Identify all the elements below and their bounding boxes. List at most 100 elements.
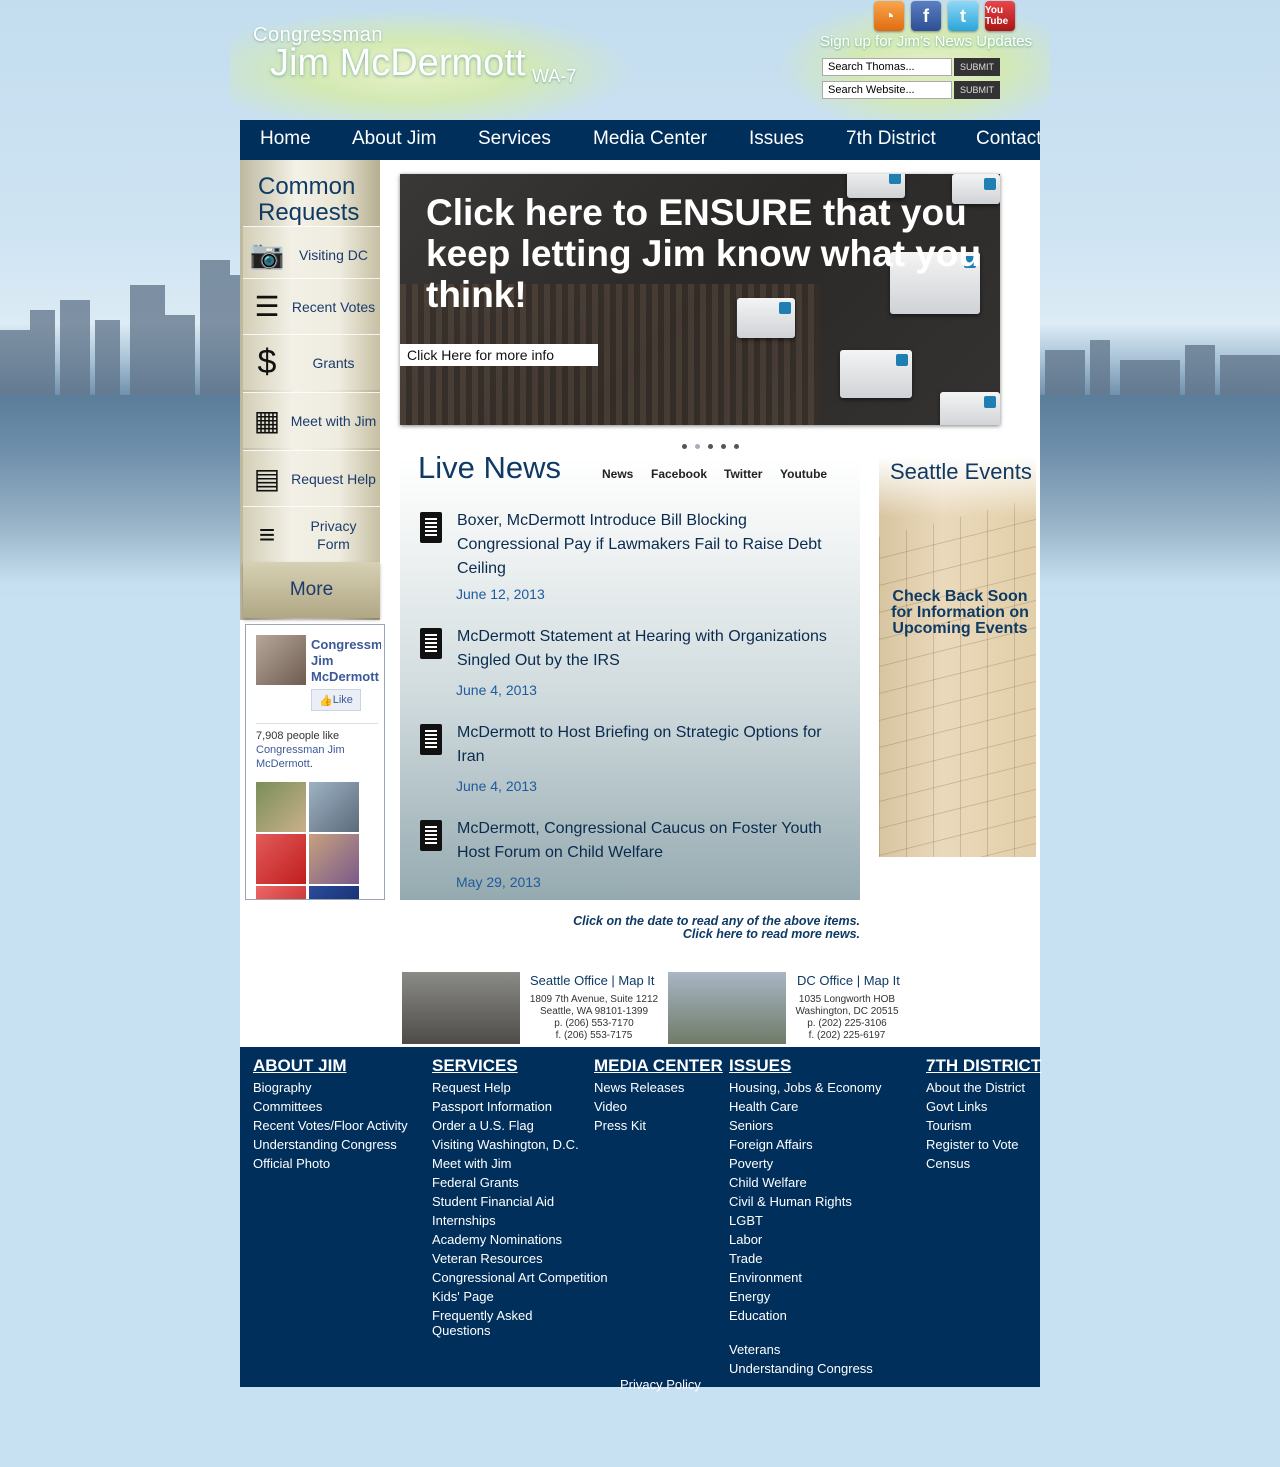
footer-link[interactable]: About the District: [926, 1078, 1041, 1097]
news-date-link[interactable]: June 12, 2013: [456, 586, 545, 602]
nav-about-jim[interactable]: About Jim: [352, 128, 436, 150]
footer-link[interactable]: Passport Information: [432, 1097, 592, 1116]
feature-banner[interactable]: Click here to ENSURE that you keep letti…: [400, 174, 1000, 425]
footer-link[interactable]: Foreign Affairs: [729, 1135, 881, 1154]
footer-link[interactable]: Seniors: [729, 1116, 881, 1135]
footer-link[interactable]: Official Photo: [253, 1154, 408, 1173]
logo-district-text[interactable]: WA-7: [532, 66, 576, 87]
facebook-like-button[interactable]: 👍 Like: [311, 689, 361, 711]
footer-link[interactable]: Health Care: [729, 1097, 881, 1116]
footer-heading[interactable]: SERVICES: [432, 1056, 592, 1076]
footer-link[interactable]: Congressional Art Competition: [432, 1268, 608, 1287]
news-headline[interactable]: McDermott Statement at Hearing with Orga…: [457, 625, 837, 673]
nav-issues[interactable]: Issues: [749, 128, 804, 150]
footer-link[interactable]: Understanding Congress: [729, 1359, 881, 1378]
logo-name-text[interactable]: Jim McDermott: [270, 42, 525, 85]
fan-avatar[interactable]: [256, 886, 306, 899]
fan-avatar[interactable]: [309, 834, 359, 884]
twitter-icon[interactable]: t: [948, 1, 978, 31]
news-tab-youtube[interactable]: Youtube: [780, 467, 827, 481]
footer-link[interactable]: Understanding Congress: [253, 1135, 408, 1154]
search-thomas-submit-button[interactable]: SUBMIT: [954, 58, 1000, 76]
fan-avatar[interactable]: [256, 834, 306, 884]
footer-link[interactable]: Internships: [432, 1211, 592, 1230]
footer-link[interactable]: Labor: [729, 1230, 881, 1249]
slide-dot-active[interactable]: [695, 444, 700, 449]
slide-dot[interactable]: [682, 444, 687, 449]
facebook-page-name[interactable]: Congressman Jim McDermott: [311, 637, 381, 685]
request-request-help[interactable]: ▤ Request Help: [243, 450, 380, 506]
request-meet-with-jim[interactable]: ▦ Meet with Jim: [243, 392, 380, 448]
footer-link[interactable]: Video: [594, 1097, 723, 1116]
footer-link[interactable]: Frequently Asked Questions: [432, 1308, 552, 1338]
footer-heading[interactable]: ABOUT JIM: [253, 1056, 408, 1076]
footer-heading[interactable]: 7TH DISTRICT: [926, 1056, 1041, 1076]
search-website-input[interactable]: [822, 81, 952, 99]
footer-link[interactable]: Trade: [729, 1249, 881, 1268]
footer-link[interactable]: Register to Vote: [926, 1135, 1041, 1154]
footer-link[interactable]: Committees: [253, 1097, 408, 1116]
nav-media-center[interactable]: Media Center: [593, 128, 707, 150]
news-headline[interactable]: Boxer, McDermott Introduce Bill Blocking…: [457, 509, 837, 581]
footer-link[interactable]: Govt Links: [926, 1097, 1041, 1116]
slide-dot[interactable]: [734, 444, 739, 449]
footer-link[interactable]: Request Help: [432, 1078, 592, 1097]
footer-link[interactable]: Academy Nominations: [432, 1230, 592, 1249]
footer-heading[interactable]: ISSUES: [729, 1056, 881, 1076]
footer-link[interactable]: Veteran Resources: [432, 1249, 592, 1268]
nav-7th-district[interactable]: 7th District: [846, 128, 936, 150]
footer-link[interactable]: Order a U.S. Flag: [432, 1116, 592, 1135]
facebook-page-link[interactable]: Congressman Jim McDermott: [256, 744, 345, 770]
fan-avatar[interactable]: [309, 782, 359, 832]
nav-contact-jim[interactable]: Contact Jim: [976, 128, 1040, 150]
common-requests-more-button[interactable]: More: [243, 562, 380, 618]
footer-link[interactable]: Energy: [729, 1287, 881, 1306]
dc-office-title[interactable]: DC Office | Map It: [797, 973, 900, 988]
request-privacy-form[interactable]: ≡ Privacy Form: [243, 506, 380, 562]
search-thomas-input[interactable]: [822, 58, 952, 76]
footer-link[interactable]: Recent Votes/Floor Activity: [253, 1116, 408, 1135]
footer-link[interactable]: Student Financial Aid: [432, 1192, 592, 1211]
news-tab-news[interactable]: News: [602, 467, 633, 481]
request-visiting-dc[interactable]: 📷 Visiting DC: [243, 226, 380, 282]
footer-link[interactable]: Poverty: [729, 1154, 881, 1173]
youtube-icon[interactable]: You Tube: [985, 1, 1015, 31]
news-tab-twitter[interactable]: Twitter: [724, 467, 762, 481]
news-date-link[interactable]: June 4, 2013: [456, 778, 537, 794]
request-grants[interactable]: $ Grants: [243, 334, 380, 390]
dc-office-photo[interactable]: [668, 972, 786, 1044]
news-headline[interactable]: McDermott to Host Briefing on Strategic …: [457, 721, 837, 769]
news-date-link[interactable]: May 29, 2013: [456, 874, 541, 890]
signup-link[interactable]: Sign up for Jim's News Updates: [820, 33, 1032, 50]
footer-link[interactable]: Housing, Jobs & Economy: [729, 1078, 881, 1097]
footer-link[interactable]: Child Welfare: [729, 1173, 881, 1192]
search-website-submit-button[interactable]: SUBMIT: [954, 81, 1000, 99]
footer-link[interactable]: Meet with Jim: [432, 1154, 592, 1173]
nav-home[interactable]: Home: [260, 128, 311, 150]
footer-link[interactable]: Education: [729, 1306, 881, 1325]
news-date-link[interactable]: June 4, 2013: [456, 682, 537, 698]
rss-icon[interactable]: ◔: [874, 1, 904, 31]
footer-link[interactable]: Press Kit: [594, 1116, 723, 1135]
slide-dot[interactable]: [708, 444, 713, 449]
fan-avatar[interactable]: [309, 886, 359, 899]
facebook-page-avatar[interactable]: [256, 635, 306, 685]
footer-heading[interactable]: MEDIA CENTER: [594, 1056, 723, 1076]
seattle-office-photo[interactable]: [402, 972, 520, 1044]
footer-link[interactable]: Civil & Human Rights: [729, 1192, 881, 1211]
news-tab-facebook[interactable]: Facebook: [651, 467, 707, 481]
facebook-icon[interactable]: f: [911, 1, 941, 31]
news-headline[interactable]: McDermott, Congressional Caucus on Foste…: [457, 817, 837, 865]
footer-link[interactable]: Census: [926, 1154, 1041, 1173]
footer-link[interactable]: Veterans: [729, 1340, 881, 1359]
footer-link[interactable]: News Releases: [594, 1078, 723, 1097]
footer-link[interactable]: Biography: [253, 1078, 408, 1097]
footer-link[interactable]: Tourism: [926, 1116, 1041, 1135]
footer-link[interactable]: Environment: [729, 1268, 881, 1287]
footer-link[interactable]: Visiting Washington, D.C.: [432, 1135, 592, 1154]
footer-link[interactable]: Federal Grants: [432, 1173, 592, 1192]
footer-link[interactable]: Kids' Page: [432, 1287, 592, 1306]
fan-avatar[interactable]: [256, 782, 306, 832]
banner-more-info-button[interactable]: Click Here for more info: [400, 344, 598, 366]
privacy-policy-link[interactable]: Privacy Policy: [620, 1377, 701, 1392]
